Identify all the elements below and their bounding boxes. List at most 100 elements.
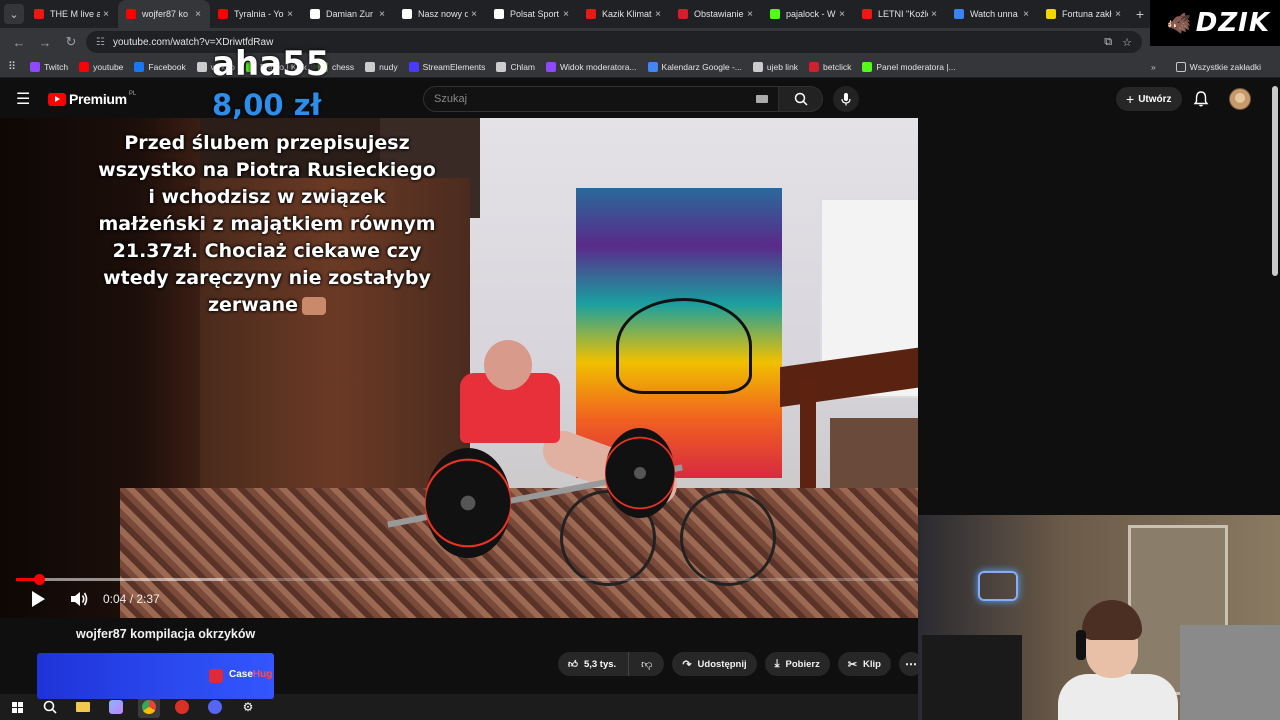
browser-tab-title: Fortuna zakł [1062,9,1112,19]
youtube-icon [79,61,90,72]
browser-tab[interactable]: Kazik Klimat × [578,0,670,28]
windows-logo-icon [11,701,23,713]
voice-search-button[interactable] [833,86,859,112]
close-tab-icon[interactable]: × [1020,9,1032,20]
notifications-bell-icon[interactable] [1192,90,1210,108]
taskbar-search-button[interactable] [39,696,61,718]
search-button[interactable] [779,86,823,112]
apps-grid-icon[interactable]: ⠿ [8,60,16,73]
browser-tab[interactable]: LETNI "Koźle × [854,0,946,28]
discord-icon[interactable] [204,696,226,718]
facebook-icon [134,61,145,72]
browser-tab[interactable]: Nasz nowy d × [394,0,486,28]
bookmark-item[interactable]: youtube [79,61,123,72]
clip-button[interactable]: ✂ Klip [837,652,891,676]
dislike-button[interactable]: 👎︎ [629,652,664,676]
donation-amount: 8,00 zł [212,88,322,122]
new-tab-button[interactable]: + [1130,6,1150,22]
plus-icon: + [1126,91,1135,107]
bookmark-item[interactable]: Facebook [134,61,186,72]
browser-toolbar: ← → ↻ ☷ youtube.com/watch?v=XDriwtfdRaw … [0,28,1280,56]
microphone-icon [841,93,851,106]
close-tab-icon[interactable]: × [1112,9,1124,20]
video-person-head [484,340,532,390]
bookmark-star-icon[interactable]: ☆ [1122,36,1132,49]
video-carpet [120,488,918,618]
settings-gear-icon[interactable]: ⚙ [237,696,259,718]
bookmark-item[interactable]: ujeb link [752,61,798,72]
browser-tab[interactable]: Fortuna zakł × [1038,0,1130,28]
close-tab-icon[interactable]: × [376,9,388,20]
video-scrubber-knob[interactable] [34,574,45,585]
bookmark-item[interactable]: Kalendarz Google -... [647,61,742,72]
close-tab-icon[interactable]: × [100,9,112,20]
forward-button[interactable]: → [34,31,56,53]
browser-tab[interactable]: Watch unna × [946,0,1038,28]
bookmark-item[interactable]: Widok moderatora... [546,61,637,72]
file-explorer-icon[interactable] [72,696,94,718]
donation-message-line: Przed ślubem przepisujesz [124,132,410,154]
close-tab-icon[interactable]: × [836,9,848,20]
download-button[interactable]: ⤓ Pobierz [764,652,830,676]
browser-tab[interactable]: Damian Zur × [302,0,394,28]
webcam-shelf [922,635,1022,720]
install-app-icon[interactable]: ⧉ [1104,36,1112,49]
obs-icon[interactable] [171,696,193,718]
bookmark-item[interactable]: Twitch [30,61,68,72]
search-icon [43,700,57,714]
create-button[interactable]: + Utwórz [1116,87,1182,111]
browser-tab[interactable]: pajalock - W × [762,0,854,28]
close-tab-icon[interactable]: × [284,9,296,20]
search-placeholder: Szukaj [434,93,468,105]
globe-icon [496,61,507,72]
bookmark-item[interactable]: nudy [365,61,398,72]
streamer-webcam [918,515,1280,720]
video-bicycle [560,488,780,608]
bookmark-item[interactable]: StreamElements [408,61,485,72]
reload-button[interactable]: ↻ [60,31,82,53]
back-button[interactable]: ← [8,31,30,53]
start-button[interactable] [6,696,28,718]
browser-tab[interactable]: wojfer87 ko × [118,0,210,28]
chrome-icon[interactable] [138,696,160,718]
video-actions: 👍︎ 5,3 tys. 👎︎ ↷ Udostępnij ⤓ Pobierz ✂ … [558,652,923,676]
bookmark-label: Widok moderatora... [560,61,637,72]
like-button[interactable]: 👍︎ 5,3 tys. [558,652,630,676]
close-tab-icon[interactable]: × [744,9,756,20]
bookmark-label: Panel moderatora |... [876,61,956,72]
site-info-icon[interactable]: ☷ [96,37,105,48]
share-button[interactable]: ↷ Udostępnij [672,652,757,676]
account-avatar[interactable] [1229,88,1251,110]
casehug-wordmark: CaseHug [229,669,273,680]
browser-tab[interactable]: Tyralnia - Yo × [210,0,302,28]
tab-search-button[interactable]: ⌄ [4,4,24,24]
bookmark-item[interactable]: betclick [809,61,851,72]
all-bookmarks-folder[interactable]: Wszystkie zakładki [1175,61,1261,72]
close-tab-icon[interactable]: × [468,9,480,20]
bookmarks-overflow-chevron-icon[interactable]: » [1151,62,1156,72]
keyboard-icon[interactable] [756,95,768,103]
browser-tab[interactable]: Obstawianie × [670,0,762,28]
browser-tab-title: Kazik Klimat [602,9,652,19]
close-tab-icon[interactable]: × [928,9,940,20]
search-icon [794,92,808,106]
bookmark-item[interactable]: Chlam [496,61,535,72]
streamelements-icon [408,61,419,72]
browser-tab[interactable]: Polsat Sport × [486,0,578,28]
bookmark-item[interactable]: Panel moderatora |... [862,61,956,72]
app-icon[interactable] [105,696,127,718]
browser-tab[interactable]: THE M live a × [26,0,118,28]
donor-name: aha55 [212,44,330,84]
x-icon [494,9,504,19]
download-icon: ⤓ [774,657,780,670]
close-tab-icon[interactable]: × [560,9,572,20]
close-tab-icon[interactable]: × [192,9,204,20]
search-input[interactable]: Szukaj [423,86,779,112]
volume-icon[interactable] [69,590,89,608]
youtube-premium-logo[interactable]: Premium PL [48,91,136,107]
video-progress-bar[interactable] [16,574,918,585]
page-scrollbar-thumb[interactable] [1272,86,1278,276]
menu-hamburger-icon[interactable]: ☰ [16,89,40,109]
close-tab-icon[interactable]: × [652,9,664,20]
play-icon[interactable] [32,591,45,607]
